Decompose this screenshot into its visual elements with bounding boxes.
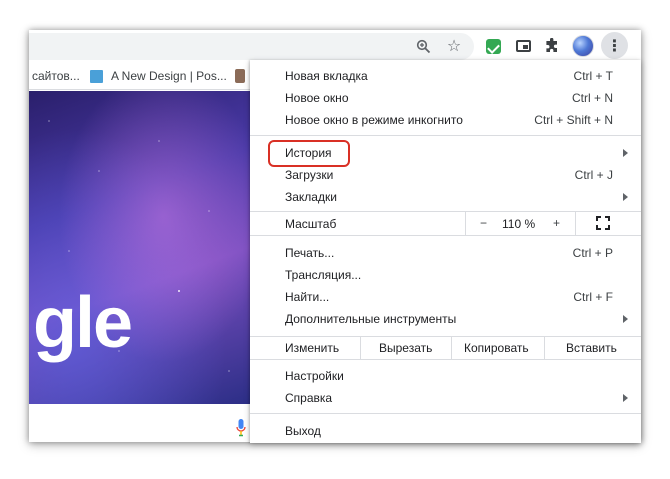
zoom-divider <box>465 211 466 235</box>
highlight-annotation-box <box>268 140 350 167</box>
address-bar[interactable] <box>29 33 474 60</box>
profile-avatar[interactable] <box>572 35 594 57</box>
menu-item-downloads[interactable]: Загрузки Ctrl + J <box>250 164 641 186</box>
paste-button[interactable]: Вставить <box>544 337 641 359</box>
shortcut-label: Ctrl + J <box>574 168 613 182</box>
bookmark-favicon-icon <box>90 70 103 83</box>
shortcut-label: Ctrl + N <box>571 91 613 105</box>
menu-divider <box>250 413 641 414</box>
puzzle-icon[interactable] <box>541 35 563 57</box>
bookmark-item-new-design[interactable]: A New Design | Pos... <box>111 69 227 83</box>
google-logo-fragment: gle <box>33 283 133 363</box>
zoom-out-button[interactable]: − <box>480 216 487 230</box>
zoom-divider <box>575 211 576 235</box>
zoom-in-button[interactable]: + <box>553 216 560 230</box>
cut-button[interactable]: Вырезать <box>360 337 451 359</box>
menu-item-new-tab[interactable]: Новая вкладка Ctrl + T <box>250 65 641 87</box>
menu-edit-row: Изменить Вырезать Копировать Вставить <box>250 337 641 359</box>
shortcut-label: Ctrl + Shift + N <box>534 113 613 127</box>
submenu-arrow-icon <box>623 193 628 201</box>
menu-item-incognito[interactable]: Новое окно в режиме инкогнито Ctrl + Shi… <box>250 109 641 131</box>
shortcut-label: Ctrl + F <box>573 290 613 304</box>
menu-item-settings[interactable]: Настройки <box>250 365 641 387</box>
zoom-level-value: 110 % <box>502 217 536 231</box>
bookmark-item-sites[interactable]: сайтов... <box>32 69 80 83</box>
menu-item-find[interactable]: Найти... Ctrl + F <box>250 286 641 308</box>
zoom-icon[interactable] <box>412 35 434 57</box>
browser-toolbar: ☆ ⋮ <box>29 30 641 63</box>
submenu-arrow-icon <box>623 394 628 402</box>
copy-button[interactable]: Копировать <box>451 337 544 359</box>
edit-label: Изменить <box>285 341 340 355</box>
bookmark-star-icon[interactable]: ☆ <box>443 35 465 57</box>
bookmark-favicon-icon[interactable] <box>235 69 245 83</box>
menu-item-exit[interactable]: Выход <box>250 420 641 442</box>
kebab-menu-icon[interactable]: ⋮ <box>601 32 628 59</box>
menu-divider <box>250 359 641 360</box>
microphone-icon[interactable] <box>236 419 246 437</box>
menu-item-cast[interactable]: Трансляция... <box>250 264 641 286</box>
menu-item-help[interactable]: Справка <box>250 387 641 409</box>
shortcut-label: Ctrl + P <box>572 246 613 260</box>
menu-item-bookmarks[interactable]: Закладки <box>250 186 641 208</box>
menu-item-more-tools[interactable]: Дополнительные инструменты <box>250 308 641 330</box>
menu-divider <box>250 235 641 236</box>
fullscreen-icon[interactable] <box>596 216 610 230</box>
menu-zoom-row: Масштаб − 110 % + <box>250 211 641 235</box>
submenu-arrow-icon <box>623 315 628 323</box>
doodle-background-image: gle <box>29 91 253 404</box>
menu-item-new-window[interactable]: Новое окно Ctrl + N <box>250 87 641 109</box>
picture-in-picture-icon[interactable] <box>512 35 534 57</box>
menu-divider <box>250 135 641 136</box>
extension-green-icon[interactable] <box>482 35 504 57</box>
shortcut-label: Ctrl + T <box>573 69 613 83</box>
chrome-main-menu: Новая вкладка Ctrl + T Новое окно Ctrl +… <box>250 60 641 443</box>
zoom-label: Масштаб <box>285 217 337 231</box>
submenu-arrow-icon <box>623 149 628 157</box>
menu-item-print[interactable]: Печать... Ctrl + P <box>250 242 641 264</box>
